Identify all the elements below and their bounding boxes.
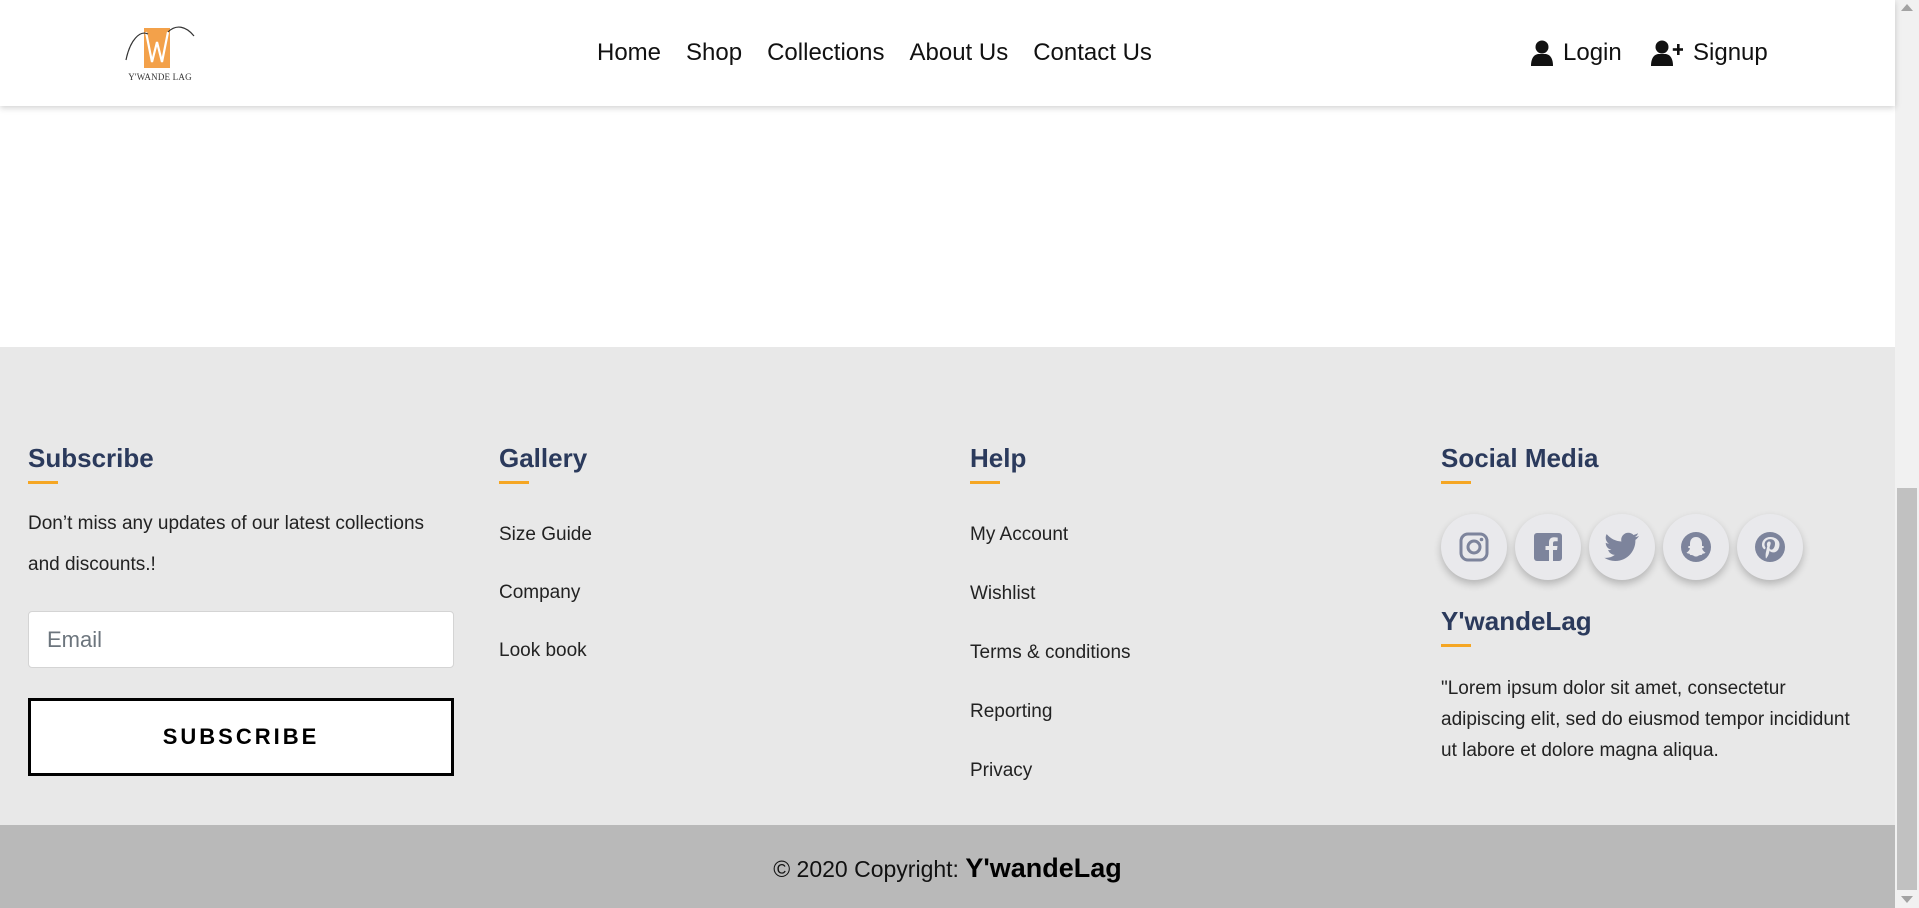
- nav-collections[interactable]: Collections: [767, 38, 884, 68]
- main-content: [0, 106, 1895, 347]
- subscribe-text: Don’t miss any updates of our latest col…: [28, 513, 425, 575]
- snapchat-icon[interactable]: [1663, 514, 1729, 580]
- signup-link[interactable]: Signup: [1651, 38, 1768, 68]
- help-title: Help: [970, 443, 1027, 473]
- scrollbar-thumb[interactable]: [1897, 488, 1917, 890]
- title-underline: [1441, 644, 1471, 647]
- copyright-text: © 2020 Copyright:: [773, 856, 966, 882]
- link-reporting[interactable]: Reporting: [970, 701, 1370, 723]
- nav-home[interactable]: Home: [597, 38, 661, 68]
- login-link[interactable]: Login: [1531, 38, 1622, 68]
- gallery-section: Gallery Size Guide Company Look book: [499, 443, 899, 698]
- gallery-title: Gallery: [499, 443, 588, 473]
- social-icons: [1441, 514, 1861, 580]
- link-my-account[interactable]: My Account: [970, 524, 1370, 546]
- copyright-brand[interactable]: Y'wandeLag: [965, 853, 1121, 883]
- email-field[interactable]: [28, 611, 454, 668]
- help-links: My Account Wishlist Terms & conditions R…: [970, 524, 1370, 782]
- help-section: Help My Account Wishlist Terms & conditi…: [970, 443, 1370, 819]
- twitter-icon[interactable]: [1589, 514, 1655, 580]
- social-section: Social Media Y'wandeLag "Lorem ipsum dol…: [1441, 443, 1861, 766]
- title-underline: [1441, 481, 1471, 484]
- nav-shop[interactable]: Shop: [686, 38, 742, 68]
- link-look-book[interactable]: Look book: [499, 640, 899, 662]
- footer-brand-title: Y'wandeLag: [1441, 606, 1592, 636]
- title-underline: [970, 481, 1000, 484]
- pinterest-icon[interactable]: [1737, 514, 1803, 580]
- gallery-links: Size Guide Company Look book: [499, 524, 899, 662]
- link-wishlist[interactable]: Wishlist: [970, 583, 1370, 605]
- subscribe-title: Subscribe: [28, 443, 154, 473]
- title-underline: [28, 481, 58, 484]
- link-terms[interactable]: Terms & conditions: [970, 642, 1370, 664]
- scroll-up-arrow-icon[interactable]: [1901, 4, 1913, 11]
- facebook-icon[interactable]: [1515, 514, 1581, 580]
- main-nav: Home Shop Collections About Us Contact U…: [597, 38, 1177, 68]
- nav-contact-us[interactable]: Contact Us: [1033, 38, 1152, 68]
- user-plus-icon: [1651, 40, 1683, 66]
- brand-description: "Lorem ipsum dolor sit amet, consectetur…: [1441, 678, 1850, 761]
- title-underline: [499, 481, 529, 484]
- copyright-bar: © 2020 Copyright: Y'wandeLag: [0, 825, 1895, 908]
- logo-mark-icon: [125, 26, 195, 68]
- link-privacy[interactable]: Privacy: [970, 760, 1370, 782]
- brand-logo[interactable]: Y'WANDE LAG: [124, 22, 196, 84]
- signup-label: Signup: [1693, 39, 1768, 66]
- login-label: Login: [1563, 39, 1622, 66]
- link-size-guide[interactable]: Size Guide: [499, 524, 899, 546]
- site-header: Y'WANDE LAG Home Shop Collections About …: [0, 0, 1895, 106]
- instagram-icon[interactable]: [1441, 514, 1507, 580]
- user-icon: [1531, 40, 1553, 66]
- logo-text: Y'WANDE LAG: [128, 72, 192, 82]
- link-company[interactable]: Company: [499, 582, 899, 604]
- nav-about-us[interactable]: About Us: [909, 38, 1008, 68]
- scroll-down-arrow-icon[interactable]: [1901, 896, 1913, 903]
- site-footer: Subscribe Don’t miss any updates of our …: [0, 347, 1895, 825]
- subscribe-button[interactable]: SUBSCRIBE: [28, 698, 454, 776]
- subscribe-section: Subscribe Don’t miss any updates of our …: [28, 443, 454, 776]
- social-title: Social Media: [1441, 443, 1599, 473]
